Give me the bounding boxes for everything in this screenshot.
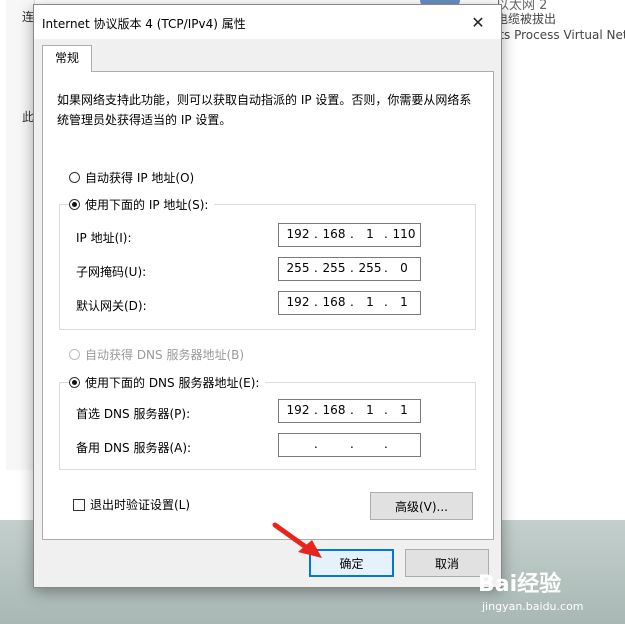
manual-ip-option[interactable]: 使用下面的 IP 地址(S):	[69, 196, 215, 213]
auto-ip-label: 自动获得 IP 地址(O)	[85, 171, 195, 185]
manual-dns-radio[interactable]	[69, 377, 80, 388]
watermark-url: jingyan.baidu.com	[482, 600, 584, 613]
ip-address-input[interactable]: 192 . 168 . 1 . 110	[278, 223, 421, 247]
default-gateway-label: 默认网关(D):	[76, 299, 147, 313]
manual-dns-label: 使用下面的 DNS 服务器地址(E):	[85, 376, 260, 390]
red-arrow-icon	[272, 522, 322, 558]
adapter-description: its Process Virtual Net	[496, 28, 625, 42]
auto-dns-option[interactable]: 自动获得 DNS 服务器地址(B)	[69, 346, 244, 363]
preferred-dns-label: 首选 DNS 服务器(P):	[76, 407, 191, 421]
preferred-dns-input[interactable]: 192 . 168 . 1 . 1	[278, 399, 421, 423]
auto-dns-label: 自动获得 DNS 服务器地址(B)	[85, 348, 245, 362]
manual-dns-group: 首选 DNS 服务器(P): 192 . 168 . 1 . 1 备用 DNS …	[59, 382, 476, 470]
auto-ip-option[interactable]: 自动获得 IP 地址(O)	[69, 169, 194, 186]
tcpipv4-properties-dialog: Internet 协议版本 4 (TCP/IPv4) 属性 ✕ 常规 如果网络支…	[33, 4, 502, 588]
baidu-jingyan-watermark: Bai经验 jingyan.baidu.com	[478, 566, 618, 620]
adapter-status: 电缆被拔出	[496, 12, 557, 26]
subnet-mask-input[interactable]: 255 . 255 . 255 . 0	[278, 257, 421, 281]
subnet-mask-label: 子网掩码(U):	[76, 265, 147, 279]
auto-ip-radio[interactable]	[69, 172, 80, 183]
manual-ip-radio[interactable]	[69, 199, 80, 210]
general-tab-panel: 如果网络支持此功能，则可以获取自动指派的 IP 设置。否则，你需要从网络系统管理…	[42, 71, 494, 540]
manual-ip-label: 使用下面的 IP 地址(S):	[85, 198, 209, 212]
manual-dns-option[interactable]: 使用下面的 DNS 服务器地址(E):	[69, 374, 266, 391]
ip-address-label: IP 地址(I):	[76, 231, 132, 245]
description-text: 如果网络支持此功能，则可以获取自动指派的 IP 设置。否则，你需要从网络系统管理…	[57, 93, 472, 127]
advanced-button[interactable]: 高级(V)...	[370, 492, 473, 520]
manual-ip-group: IP 地址(I): 192 . 168 . 1 . 110 子网掩码(U): 2…	[59, 204, 476, 330]
watermark-brand: Bai经验	[478, 572, 562, 597]
auto-dns-radio[interactable]	[69, 349, 80, 360]
close-icon: ✕	[471, 12, 485, 32]
validate-on-exit-option[interactable]: 退出时验证设置(L)	[73, 496, 190, 513]
background-left-pane: 连 此	[6, 0, 35, 470]
cancel-button[interactable]: 取消	[405, 549, 489, 577]
alternate-dns-input[interactable]: . . .	[278, 433, 421, 457]
title-bar[interactable]: Internet 协议版本 4 (TCP/IPv4) 属性 ✕	[34, 5, 501, 39]
close-button[interactable]: ✕	[455, 5, 501, 39]
default-gateway-input[interactable]: 192 . 168 . 1 . 1	[278, 291, 421, 315]
tab-general[interactable]: 常规	[42, 45, 92, 72]
validate-on-exit-label: 退出时验证设置(L)	[90, 498, 191, 512]
validate-on-exit-checkbox[interactable]	[73, 498, 85, 511]
alternate-dns-label: 备用 DNS 服务器(A):	[76, 441, 192, 455]
dialog-title: Internet 协议版本 4 (TCP/IPv4) 属性	[42, 17, 246, 31]
